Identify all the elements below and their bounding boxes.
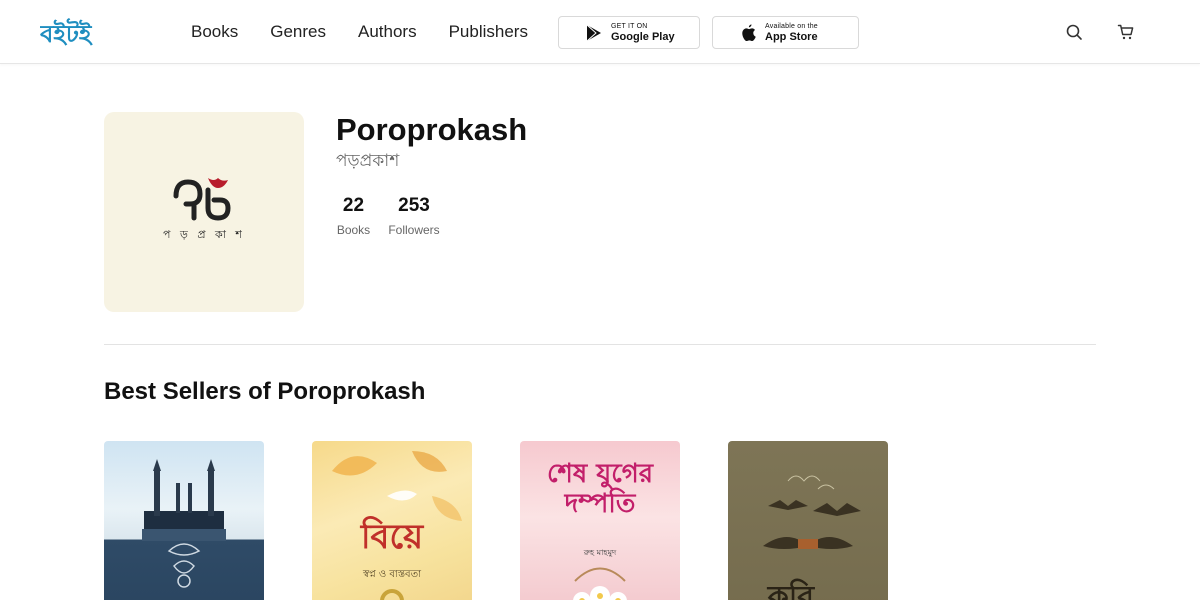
apple-icon (739, 24, 757, 42)
app-store-button[interactable]: Available on the App Store (712, 16, 859, 49)
google-play-small-text: GET IT ON (611, 22, 648, 30)
google-play-icon (585, 24, 603, 42)
publisher-name-bengali: পড়প্রকাশ (336, 151, 400, 171)
followers-stat: 253 Followers (386, 195, 442, 237)
main-nav: Books Genres Authors Publishers (191, 21, 560, 43)
nav-books[interactable]: Books (191, 21, 238, 43)
book-cover-4[interactable]: কবি... (728, 441, 888, 600)
book-cover-2[interactable]: বিয়ে স্বপ্ন ও বাস্তবতা (312, 441, 472, 600)
section-divider (104, 344, 1096, 345)
book-cover-1[interactable] (104, 441, 264, 600)
publisher-logo-mark-icon (173, 177, 231, 221)
logo-icon: বইটই (39, 18, 93, 48)
site-logo[interactable]: বইটই (39, 18, 120, 48)
app-store-small-text: Available on the (765, 22, 818, 30)
cart-icon[interactable] (1117, 23, 1135, 41)
book-3-author: রুহ মাহমুদ (583, 548, 617, 557)
book-2-subtitle: স্বপ্ন ও বাস্তবতা (362, 569, 421, 580)
books-label: Books (336, 223, 371, 237)
google-play-big-text: Google Play (611, 30, 675, 43)
book-4-title: কবি... (767, 580, 849, 600)
top-header: বইটই Books Genres Authors Publishers GET… (0, 0, 1200, 64)
books-count: 22 (342, 195, 365, 216)
search-icon[interactable] (1065, 23, 1083, 41)
book-2-title: বিয়ে (360, 517, 424, 557)
google-play-button[interactable]: GET IT ON Google Play (558, 16, 700, 49)
publisher-name: Poroprokash (336, 112, 528, 147)
nav-genres[interactable]: Genres (270, 21, 326, 43)
svg-text:বইটই: বইটই (40, 18, 93, 46)
mosque-illustration-icon (142, 459, 226, 588)
followers-count: 253 (398, 195, 430, 216)
nav-publishers[interactable]: Publishers (449, 21, 528, 43)
book-3-title: শেষ যুগের দম্পতি (546, 459, 654, 519)
followers-label: Followers (388, 223, 440, 237)
publisher-logo: প ড় প্র কা শ (104, 112, 304, 312)
books-stat: 22 Books (336, 195, 371, 237)
publisher-logo-wordmark: প ড় প্র কা শ (163, 227, 245, 241)
book-cover-3[interactable]: শেষ যুগের দম্পতি রুহ মাহমুদ (520, 441, 680, 600)
best-sellers-title: Best Sellers of Poroprokash (104, 378, 426, 405)
app-store-big-text: App Store (765, 30, 818, 43)
nav-authors[interactable]: Authors (358, 21, 417, 43)
